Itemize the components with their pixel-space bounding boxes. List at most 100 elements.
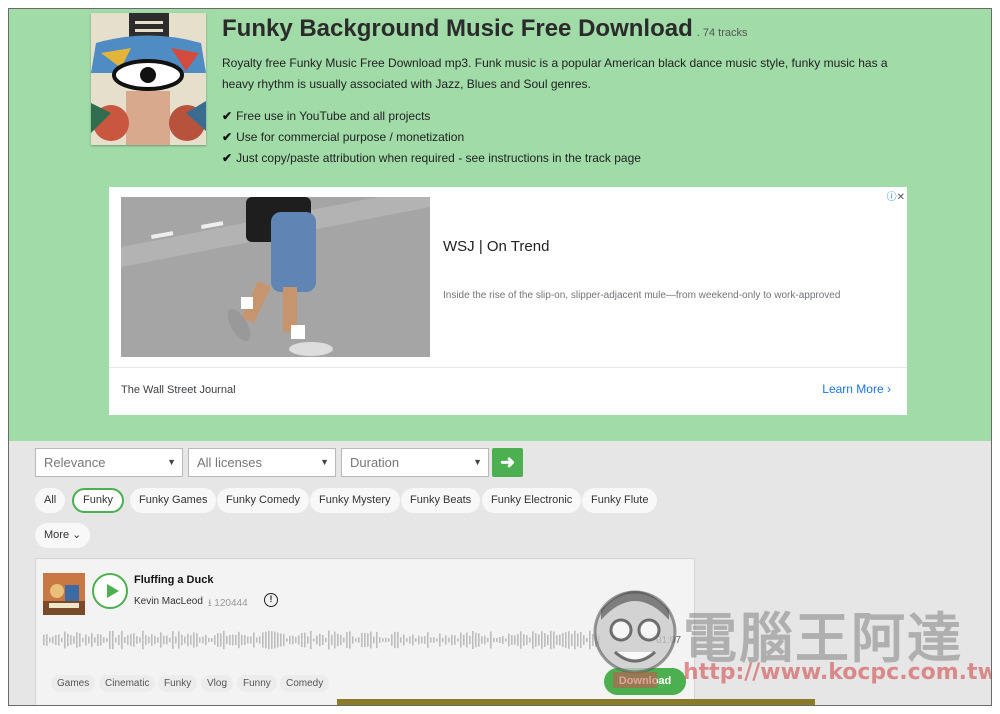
waveform-bar (301, 633, 303, 647)
play-button[interactable] (92, 573, 128, 609)
license-select[interactable]: All licenses ▼ (188, 448, 336, 477)
chip-funky-comedy[interactable]: Funky Comedy (217, 488, 309, 513)
waveform-bar (349, 631, 351, 649)
waveform-bar (229, 634, 231, 646)
waveform-bar (313, 638, 315, 642)
track-list-section: Relevance ▼ All licenses ▼ Duration ▼ ➜ All… (9, 441, 992, 705)
chip-funky-games[interactable]: Funky Games (130, 488, 217, 513)
waveform-bar (361, 632, 363, 648)
waveform-bar (130, 634, 132, 646)
duration-select[interactable]: Duration ▼ (341, 448, 489, 477)
waveform-bar (484, 635, 486, 645)
waveform-bar (121, 630, 123, 650)
waveform-bar (208, 637, 210, 643)
waveform-bar (256, 637, 258, 643)
waveform-bar (112, 630, 114, 650)
tag-cinematic[interactable]: Cinematic (99, 675, 156, 692)
ad-headline[interactable]: WSJ | On Trend (443, 238, 549, 255)
waveform-bar (187, 633, 189, 647)
ad-divider (109, 367, 907, 368)
category-header: Funky Background Music Free Download. 74… (9, 9, 991, 441)
waveform-bar (43, 634, 45, 646)
waveform-bar (469, 635, 471, 645)
waveform-bar (55, 634, 57, 646)
waveform-bar (454, 635, 456, 645)
chevron-down-icon: ▼ (167, 457, 176, 467)
chip-funky-flute[interactable]: Funky Flute (582, 488, 658, 513)
waveform-bar (49, 637, 51, 643)
waveform-bar (127, 635, 129, 645)
waveform-bar (232, 634, 234, 646)
chip-funky-electronic[interactable]: Funky Electronic (482, 488, 582, 513)
waveform-bar (94, 637, 96, 643)
track-title[interactable]: Fluffing a Duck (134, 574, 213, 586)
waveform-bar (415, 637, 417, 643)
waveform-bar (430, 637, 432, 643)
checkmark-icon: ✔ (222, 151, 233, 165)
ad-learn-more-link[interactable]: Learn More › (822, 382, 891, 396)
waveform-bar (181, 634, 183, 646)
waveform-bar (277, 632, 279, 648)
waveform-bar (211, 638, 213, 642)
waveform-bar (457, 638, 459, 642)
track-thumbnail[interactable] (43, 573, 85, 615)
waveform-bar (367, 633, 369, 647)
chip-more[interactable]: More ⌄ (35, 523, 91, 548)
waveform-bar (154, 635, 156, 645)
waveform-bar (358, 637, 360, 643)
waveform-bar (124, 636, 126, 644)
track-count: . 74 tracks (696, 27, 748, 39)
waveform-bar (70, 635, 72, 645)
close-icon[interactable]: ✕ (897, 192, 905, 203)
waveform-bar (559, 634, 561, 646)
waveform-bar (283, 634, 285, 646)
ad-banner[interactable]: WSJ | On Trend Inside the rise of the sl… (109, 187, 907, 415)
watermark-url: http://www.kocpc.com.tw (683, 660, 992, 685)
waveform-bar (373, 636, 375, 644)
tag-funny[interactable]: Funny (237, 675, 277, 692)
tag-vlog[interactable]: Vlog (201, 675, 234, 692)
feature-item: ✔ Just copy/paste attribution when requir… (222, 151, 641, 165)
waveform-bar (550, 630, 552, 650)
mascot-logo (593, 590, 677, 688)
feature-list: ✔ Free use in YouTube and all projects ✔ U… (222, 106, 641, 169)
waveform-bar (220, 633, 222, 647)
waveform-bar (316, 635, 318, 645)
waveform-bar (436, 638, 438, 642)
waveform-bar (406, 638, 408, 642)
waveform-bar (73, 636, 75, 644)
waveform-bar (433, 637, 435, 643)
waveform-bar (160, 632, 162, 648)
waveform-bar (322, 634, 324, 646)
ad-controls[interactable]: ⓘ✕ (887, 188, 905, 203)
waveform-bar (508, 633, 510, 647)
waveform-bar (151, 634, 153, 646)
waveform-bar (250, 636, 252, 644)
chip-funky-mystery[interactable]: Funky Mystery (310, 488, 400, 513)
waveform-bar (580, 631, 582, 649)
chip-funky-beats[interactable]: Funky Beats (401, 488, 481, 513)
ad-image[interactable] (121, 197, 430, 357)
sort-select[interactable]: Relevance ▼ (35, 448, 183, 477)
waveform-bar (463, 634, 465, 646)
waveform-bar (478, 633, 480, 647)
waveform-bar (397, 631, 399, 649)
tag-games[interactable]: Games (51, 675, 96, 692)
waveform-bar (190, 635, 192, 645)
tag-funky[interactable]: Funky (158, 675, 198, 692)
feature-item: ✔ Use for commercial purpose / monetizati… (222, 130, 465, 144)
tag-comedy[interactable]: Comedy (280, 675, 330, 692)
waveform-bar (247, 636, 249, 644)
chip-all[interactable]: All (35, 488, 66, 513)
attribution-info-icon[interactable]: ! (264, 593, 278, 607)
waveform-bar (58, 634, 60, 646)
waveform-bar (166, 635, 168, 645)
waveform-bar (511, 634, 513, 646)
apply-filters-button[interactable]: ➜ (492, 448, 523, 477)
waveform[interactable] (43, 629, 603, 651)
track-artist[interactable]: Kevin MacLeod (134, 596, 203, 607)
waveform-bar (553, 631, 555, 649)
ad-info-icon[interactable]: ⓘ (887, 192, 897, 203)
chip-funky[interactable]: Funky (72, 488, 124, 513)
waveform-bar (370, 631, 372, 649)
